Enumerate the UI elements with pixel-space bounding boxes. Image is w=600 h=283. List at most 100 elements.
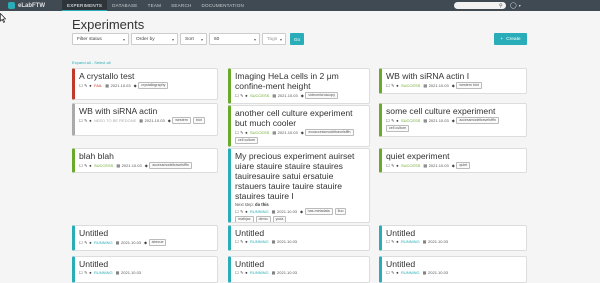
edit-pencil-icon[interactable]: ✎ xyxy=(391,270,395,275)
tag-badge[interactable]: crystallography xyxy=(138,82,169,89)
order-by-select[interactable]: Order by ▾ xyxy=(131,33,178,45)
go-button[interactable]: Go xyxy=(290,33,304,45)
experiment-card[interactable]: quiet experiment ☐ ✎ ● SUCCESS ▦ 2021.10.03 ◆ qu… xyxy=(379,148,527,173)
select-checkbox[interactable]: ☐ xyxy=(79,240,83,245)
tag-badge[interactable]: yoda xyxy=(272,216,287,222)
edit-pencil-icon[interactable]: ✎ xyxy=(391,163,395,168)
edit-pencil-icon[interactable]: ✎ xyxy=(391,118,395,123)
tag-badge[interactable]: western xyxy=(172,117,191,124)
edit-pencil-icon[interactable]: ✎ xyxy=(391,83,395,88)
experiment-card[interactable]: WB with siRNA actin ☐ ✎ ● NEED TO BE REDONE ▦… xyxy=(72,103,218,136)
tag-badge[interactable]: mathjax xyxy=(235,216,254,222)
search-icon[interactable]: ⚲ xyxy=(499,3,503,9)
experiment-title[interactable]: Untitled xyxy=(235,259,365,269)
experiment-meta: ☐ ✎ ● RUNNING ▦ 2021.10.03 xyxy=(386,239,522,244)
edit-pencil-icon[interactable]: ✎ xyxy=(84,270,88,275)
tag-badge[interactable]: western blot xyxy=(456,82,482,89)
tag-badge[interactable]: cell culture xyxy=(386,125,410,132)
tag-badge[interactable]: videomicroscopy xyxy=(305,92,339,99)
tag-badge[interactable]: demo xyxy=(255,216,271,222)
nav-database[interactable]: DATABASE xyxy=(107,0,142,11)
experiment-card[interactable]: Untitled ☐ ✎ ● RUNNING ▦ 2021.10.03 xyxy=(379,225,527,251)
select-checkbox[interactable]: ☐ xyxy=(235,270,239,275)
experiment-card[interactable]: some cell culture experiment ☐ ✎ ● SUCCESS ▦ 2… xyxy=(379,103,527,137)
experiment-title[interactable]: My precious experiment auirset uiare sta… xyxy=(235,151,365,201)
select-checkbox[interactable]: ☐ xyxy=(235,209,239,214)
experiment-title[interactable]: Imaging HeLa cells in 2 μm confine-ment … xyxy=(235,71,365,91)
experiment-title[interactable]: Untitled xyxy=(235,228,365,238)
edit-pencil-icon[interactable]: ✎ xyxy=(240,130,244,135)
experiment-card[interactable]: blah blah ☐ ✎ ● SUCCESS ▦ 2021.10.03 ◆ accessmod… xyxy=(72,148,218,173)
experiment-card[interactable]: Imaging HeLa cells in 2 μm confine-ment … xyxy=(228,68,370,104)
tag-badge[interactable]: accessmodeltravelsfffn xyxy=(456,117,499,124)
experiment-title[interactable]: blah blah xyxy=(79,151,213,161)
edit-pencil-icon[interactable]: ✎ xyxy=(391,239,395,244)
experiment-card[interactable]: Untitled ☐ ✎ ● RUNNING ▦ 2021.10.03 xyxy=(379,256,527,283)
chevron-down-icon[interactable]: ▾ xyxy=(519,3,521,8)
experiment-title[interactable]: A crystallo test xyxy=(79,71,213,81)
tag-badge[interactable]: accessmodeltravelsfffn xyxy=(149,162,192,169)
edit-pencil-icon[interactable]: ✎ xyxy=(84,83,88,88)
select-checkbox[interactable]: ☐ xyxy=(235,93,239,98)
experiment-title[interactable]: Untitled xyxy=(386,228,522,238)
experiment-card[interactable]: A crystallo test ☐ ✎ ● FAIL ▦ 2021.10.03 ◆ cryst… xyxy=(72,68,218,100)
nav-experiments[interactable]: EXPERIMENTS xyxy=(62,0,108,11)
limit-select[interactable]: 60 ▾ xyxy=(209,33,260,45)
select-checkbox[interactable]: ☐ xyxy=(386,270,390,275)
experiment-title[interactable]: WB with siRNA actin xyxy=(79,106,213,116)
experiment-card[interactable]: another cell culture experiment but much… xyxy=(228,105,370,147)
select-checkbox[interactable]: ☐ xyxy=(235,239,239,244)
experiment-card[interactable]: Untitled ☐ ✎ ● RUNNING ▦ 2021.10.03 xyxy=(228,225,370,251)
edit-pencil-icon[interactable]: ✎ xyxy=(84,118,88,123)
calendar-icon: ▦ xyxy=(139,118,144,123)
experiment-card[interactable]: WB with siRNA actin I ☐ ✎ ● SUCCESS ▦ 2021.10.… xyxy=(379,68,527,94)
select-checkbox[interactable]: ☐ xyxy=(386,239,390,244)
tag-badge[interactable]: abecue xyxy=(148,239,167,246)
experiment-title[interactable]: WB with siRNA actin I xyxy=(386,71,522,81)
create-button[interactable]: + Create xyxy=(494,33,527,45)
user-avatar-icon[interactable]: ◯ xyxy=(510,2,517,9)
edit-pencil-icon[interactable]: ✎ xyxy=(84,240,88,245)
select-checkbox[interactable]: ☐ xyxy=(386,118,390,123)
edit-pencil-icon[interactable]: ✎ xyxy=(240,93,244,98)
select-checkbox[interactable]: ☐ xyxy=(79,118,83,123)
edit-pencil-icon[interactable]: ✎ xyxy=(240,270,244,275)
experiment-title[interactable]: Untitled xyxy=(79,259,213,269)
tag-badge[interactable]: ecoaccessmodeltravelsfffn xyxy=(305,129,354,136)
experiment-title[interactable]: Untitled xyxy=(79,228,213,238)
select-checkbox[interactable]: ☐ xyxy=(79,83,83,88)
top-navbar: eLabFTW EXPERIMENTS DATABASE TEAM SEARCH… xyxy=(0,0,600,11)
experiment-card[interactable]: Untitled ☐ ✎ ● RUNNING ▦ 2021.10.03 ◆ abecue xyxy=(72,225,218,251)
experiment-title[interactable]: quiet experiment xyxy=(386,151,522,161)
nav-search[interactable]: SEARCH xyxy=(166,0,196,11)
filter-status-select[interactable]: Filter status ▾ xyxy=(72,33,129,45)
edit-pencil-icon[interactable]: ✎ xyxy=(240,239,244,244)
experiment-title[interactable]: some cell culture experiment xyxy=(386,106,522,116)
experiment-title[interactable]: Untitled xyxy=(386,259,522,269)
select-checkbox[interactable]: ☐ xyxy=(235,130,239,135)
experiment-card[interactable]: Untitled ☐ ✎ ● RUNNING ▦ 2021.10.03 xyxy=(228,256,370,283)
expand-all-link[interactable]: Expand all xyxy=(72,60,91,65)
brand-logo[interactable]: eLabFTW xyxy=(0,0,62,11)
tag-badge[interactable]: blot xyxy=(192,117,205,124)
edit-pencil-icon[interactable]: ✎ xyxy=(240,209,244,214)
tags-select[interactable]: Tags ▾ xyxy=(262,33,286,45)
select-checkbox[interactable]: ☐ xyxy=(79,163,83,168)
select-checkbox[interactable]: ☐ xyxy=(386,163,390,168)
edit-pencil-icon[interactable]: ✎ xyxy=(84,163,88,168)
tag-badge[interactable]: fluo xyxy=(334,208,347,215)
experiment-meta: ☐ ✎ ● SUCCESS ▦ 2021.10.03 ◆ accessmodeltravels… xyxy=(386,117,522,132)
select-checkbox[interactable]: ☐ xyxy=(79,270,83,275)
experiment-title[interactable]: another cell culture experiment but much… xyxy=(235,108,365,128)
tag-badge[interactable]: cell culture xyxy=(235,137,259,144)
tag-badge[interactable]: has-metadata xyxy=(304,208,333,215)
nav-team[interactable]: TEAM xyxy=(143,0,167,11)
select-checkbox[interactable]: ☐ xyxy=(386,83,390,88)
experiment-card[interactable]: Untitled ☐ ✎ ● RUNNING ▦ 2021.10.03 xyxy=(72,256,218,283)
select-all-link[interactable]: Select all xyxy=(94,60,110,65)
experiment-meta: ☐ ✎ ● SUCCESS ▦ 2021.10.03 ◆ videomicroscopy xyxy=(235,92,365,99)
tag-badge[interactable]: quiet xyxy=(456,162,471,169)
nav-documentation[interactable]: DOCUMENTATION xyxy=(197,0,250,11)
sort-select[interactable]: Sort ▾ xyxy=(180,33,207,45)
experiment-card[interactable]: My precious experiment auirset uiare sta… xyxy=(228,148,370,223)
